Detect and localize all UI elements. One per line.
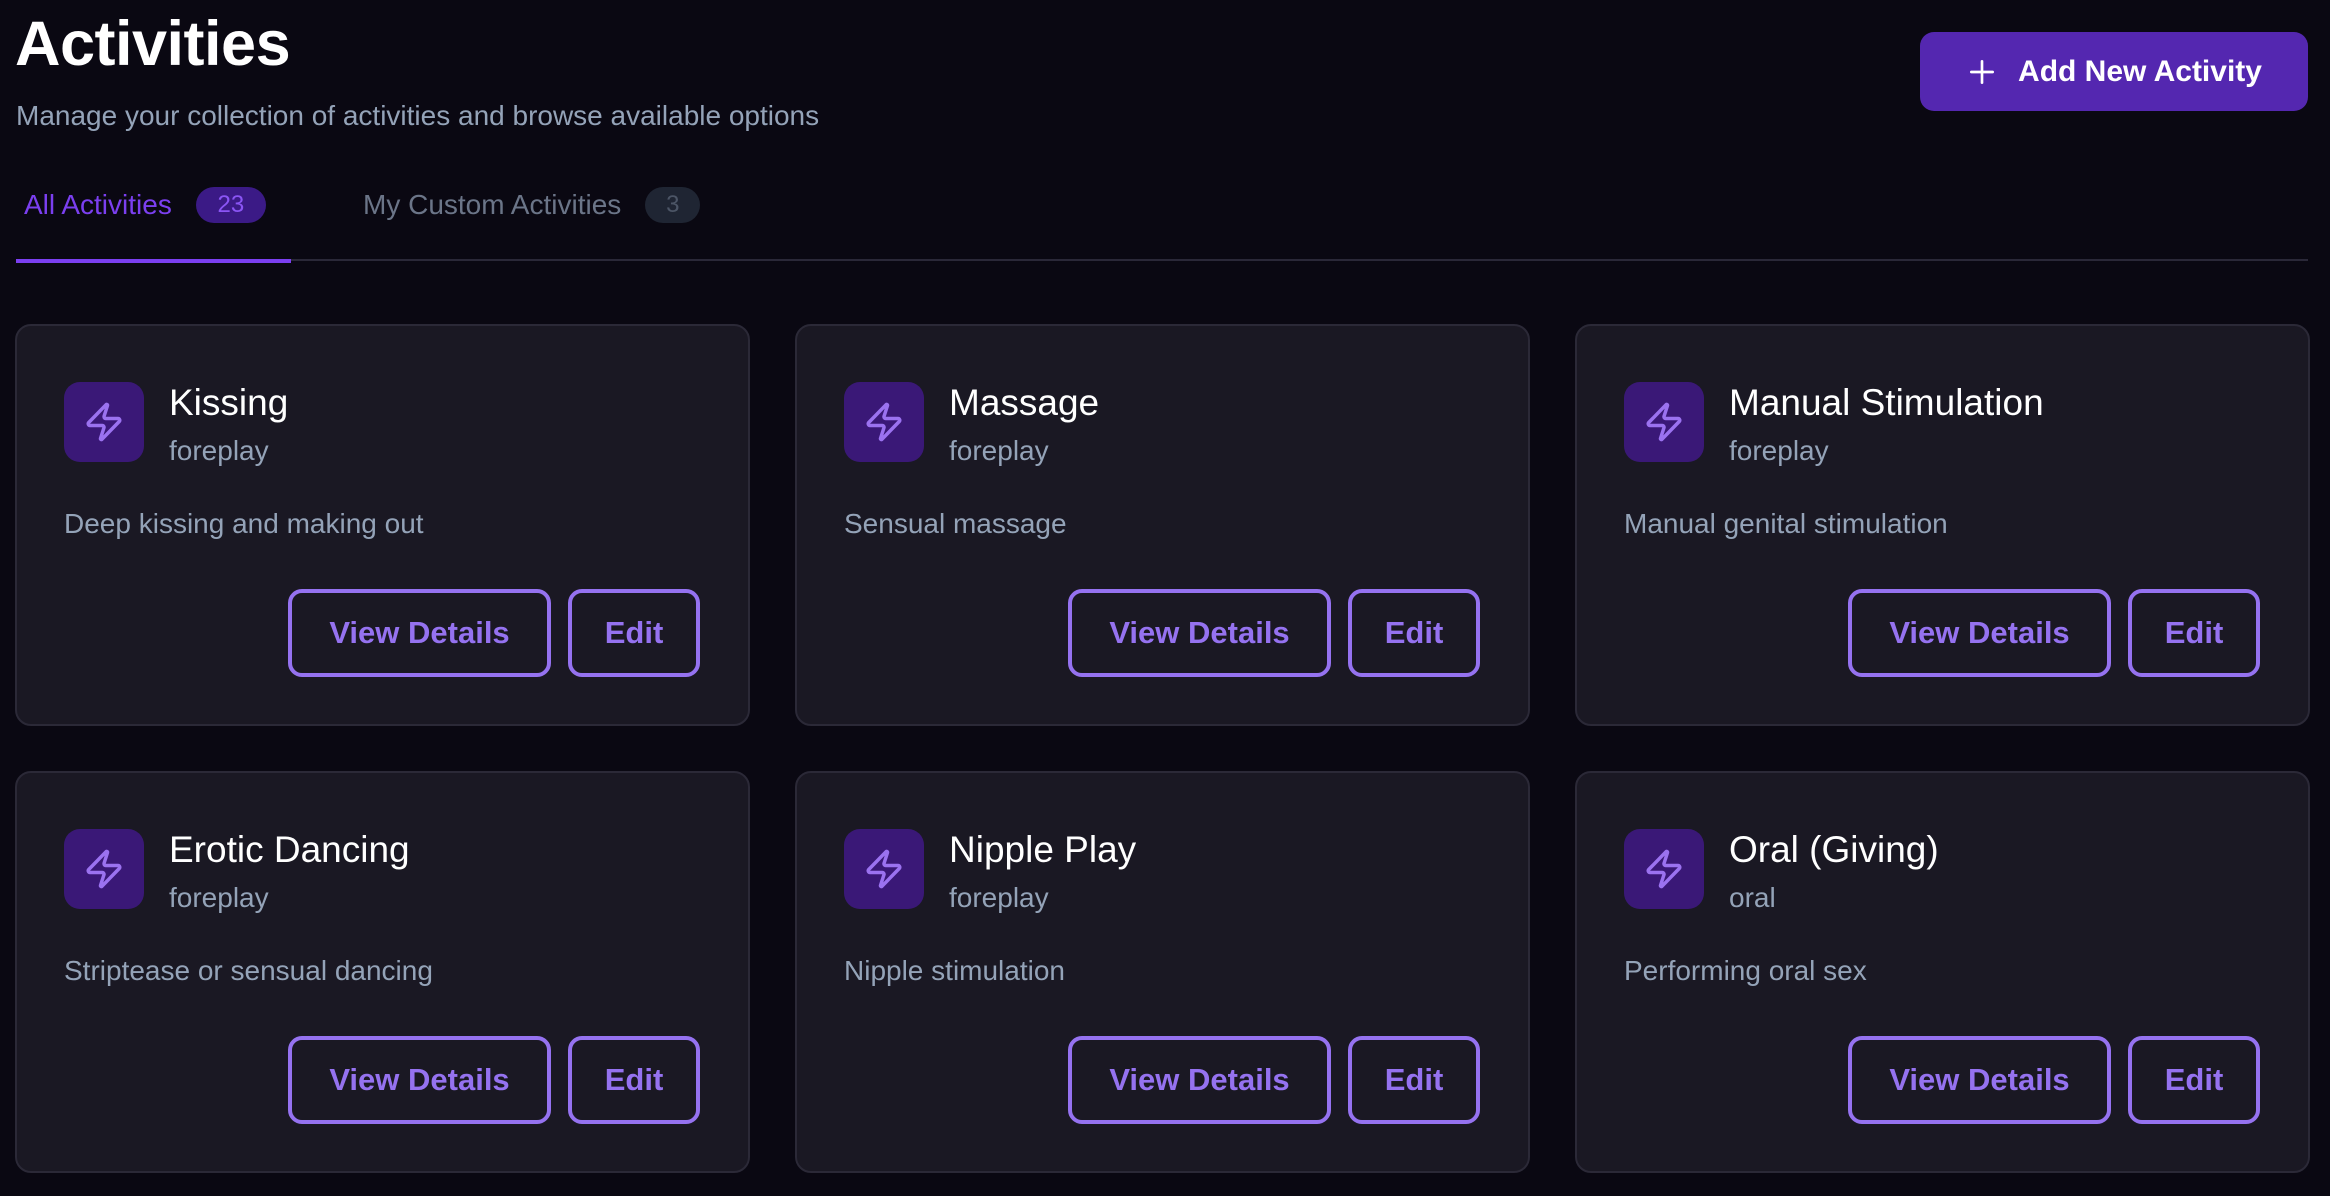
view-details-button[interactable]: View Details [1848, 1036, 2111, 1124]
activity-category: foreplay [949, 435, 1049, 466]
edit-button[interactable]: Edit [2128, 589, 2260, 677]
activity-card: Nipple Play foreplay Nipple stimulation … [795, 771, 1530, 1173]
activity-title: Massage [949, 382, 1100, 423]
activity-card: Oral (Giving) oral Performing oral sex V… [1575, 771, 2310, 1173]
activity-description: Striptease or sensual dancing [64, 955, 433, 986]
card-actions: View Details Edit [288, 589, 700, 677]
activity-category: oral [1729, 882, 1776, 913]
zap-icon [844, 382, 924, 462]
edit-button[interactable]: Edit [568, 589, 700, 677]
activity-tabs: All Activities 23 My Custom Activities 3 [16, 178, 2308, 263]
activity-category: foreplay [949, 882, 1049, 913]
tab-label: My Custom Activities [363, 188, 622, 220]
activity-title: Kissing [169, 382, 289, 423]
page-subtitle: Manage your collection of activities and… [16, 100, 820, 131]
activity-title: Oral (Giving) [1729, 829, 1939, 870]
tab-count-badge: 3 [645, 186, 701, 223]
tab-my-custom-activities[interactable]: My Custom Activities 3 [363, 178, 701, 261]
activity-title: Manual Stimulation [1729, 382, 2044, 423]
card-actions: View Details Edit [1068, 589, 1480, 677]
zap-icon [1624, 382, 1704, 462]
plus-icon [1966, 56, 1998, 88]
activity-category: foreplay [1729, 435, 1829, 466]
activity-description: Deep kissing and making out [64, 508, 424, 539]
edit-button[interactable]: Edit [1348, 1036, 1480, 1124]
zap-icon [1624, 829, 1704, 909]
activities-page: Activities Manage your collection of act… [0, 0, 2330, 1196]
activity-title: Erotic Dancing [169, 829, 410, 870]
add-new-activity-button[interactable]: Add New Activity [1920, 32, 2308, 111]
view-details-button[interactable]: View Details [288, 589, 551, 677]
activity-card: Erotic Dancing foreplay Striptease or se… [15, 771, 750, 1173]
card-actions: View Details Edit [1068, 1036, 1480, 1124]
tab-all-activities[interactable]: All Activities 23 [16, 178, 291, 263]
activity-category: foreplay [169, 435, 269, 466]
active-tab-indicator [16, 259, 291, 263]
activity-description: Sensual massage [844, 508, 1067, 539]
edit-button[interactable]: Edit [1348, 589, 1480, 677]
add-new-activity-label: Add New Activity [2018, 54, 2262, 88]
activity-card: Manual Stimulation foreplay Manual genit… [1575, 324, 2310, 726]
tab-label: All Activities [24, 188, 172, 220]
activity-description: Manual genital stimulation [1624, 508, 1948, 539]
activity-card: Massage foreplay Sensual massage View De… [795, 324, 1530, 726]
activity-category: foreplay [169, 882, 269, 913]
activity-description: Performing oral sex [1624, 955, 1867, 986]
activity-card: Kissing foreplay Deep kissing and making… [15, 324, 750, 726]
zap-icon [64, 829, 144, 909]
edit-button[interactable]: Edit [2128, 1036, 2260, 1124]
card-actions: View Details Edit [1848, 1036, 2260, 1124]
page-title: Activities [15, 9, 291, 79]
card-actions: View Details Edit [288, 1036, 700, 1124]
edit-button[interactable]: Edit [568, 1036, 700, 1124]
activity-title: Nipple Play [949, 829, 1137, 870]
tab-count-badge: 23 [195, 186, 266, 223]
view-details-button[interactable]: View Details [288, 1036, 551, 1124]
view-details-button[interactable]: View Details [1848, 589, 2111, 677]
card-actions: View Details Edit [1848, 589, 2260, 677]
zap-icon [64, 382, 144, 462]
view-details-button[interactable]: View Details [1068, 589, 1331, 677]
zap-icon [844, 829, 924, 909]
activity-description: Nipple stimulation [844, 955, 1065, 986]
view-details-button[interactable]: View Details [1068, 1036, 1331, 1124]
